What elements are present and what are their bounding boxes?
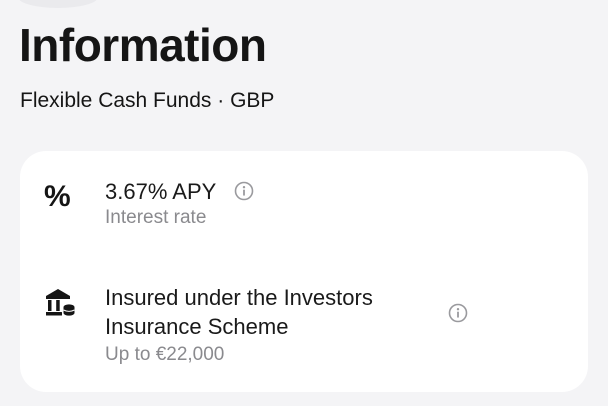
- page-title: Information: [19, 19, 267, 71]
- insurance-title-line1: Insured under the Investors: [105, 285, 373, 310]
- top-edge-shadow: [18, 0, 98, 8]
- insurance-row: Insured under the Investors Insurance Sc…: [20, 283, 588, 373]
- insurance-title-line2: Insurance Scheme: [105, 314, 289, 339]
- interest-rate-row: % 3.67% APY Interest rate: [20, 177, 588, 237]
- interest-rate-label: Interest rate: [105, 207, 207, 228]
- info-circle-icon[interactable]: [234, 181, 254, 201]
- bank-shield-icon: [44, 285, 84, 321]
- interest-rate-value-line: 3.67% APY: [105, 177, 254, 206]
- interest-rate-text: 3.67% APY Interest rate: [105, 177, 254, 230]
- page-subtitle: Flexible Cash Funds · GBP: [20, 89, 275, 112]
- percent-glyph: %: [44, 180, 71, 213]
- insurance-limit-label: Up to €22,000: [105, 344, 225, 365]
- percent-icon: %: [44, 179, 84, 215]
- interest-rate-value: 3.67% APY: [105, 179, 216, 204]
- info-circle-icon[interactable]: [448, 303, 468, 323]
- insurance-text: Insured under the Investors Insurance Sc…: [105, 283, 373, 367]
- info-card: % 3.67% APY Interest rate Insured under …: [20, 151, 588, 392]
